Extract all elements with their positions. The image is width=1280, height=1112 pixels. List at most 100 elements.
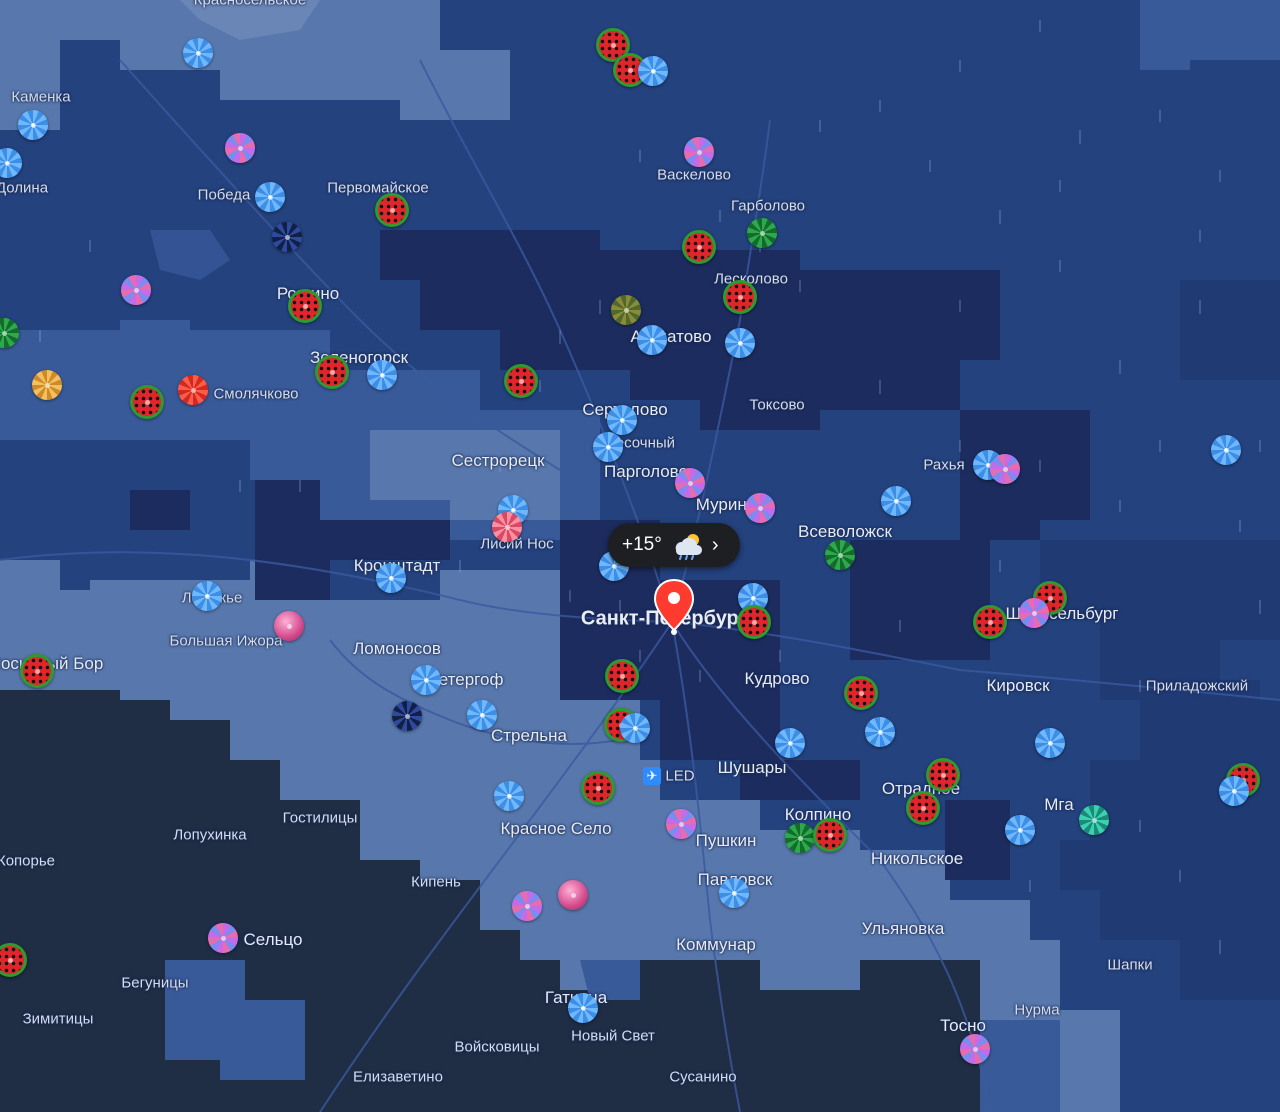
dark-umbrella-icon[interactable] [392,701,422,731]
green-umbrella-icon[interactable] [747,218,777,248]
watermelon-icon[interactable] [504,364,538,398]
watermelon-icon[interactable] [906,791,940,825]
city-label: Сельцо [243,930,303,949]
city-label: Шушары [717,758,787,777]
umbrella-icon[interactable] [367,360,397,390]
berry-umbrella-icon[interactable] [960,1034,990,1064]
watermelon-icon[interactable] [737,605,771,639]
dark-umbrella-icon[interactable] [272,222,302,252]
berry-umbrella-icon[interactable] [684,137,714,167]
umbrella-icon[interactable] [719,878,749,908]
umbrella-icon[interactable] [725,328,755,358]
city-label: Шапки [1107,956,1153,974]
city-label: Копорье [0,852,56,870]
city-label: Смолячково [213,385,299,403]
pink-crystal-icon[interactable] [274,611,304,641]
umbrella-icon[interactable] [376,563,406,593]
city-label: Бегуницы [121,974,189,992]
umbrella-icon[interactable] [192,581,222,611]
watermelon-icon[interactable] [20,654,54,688]
airport-label: LED [665,767,695,785]
pink-umbrella-icon[interactable] [492,512,522,542]
green-umbrella-icon[interactable] [785,823,815,853]
pink-crystal-icon[interactable] [558,880,588,910]
city-label: Тосно [940,1016,986,1035]
city-label: Победа [197,186,251,204]
berry-umbrella-icon[interactable] [1019,598,1049,628]
city-label: Гостилицы [282,809,358,827]
olive-umbrella-icon[interactable] [611,295,641,325]
berry-umbrella-icon[interactable] [225,133,255,163]
watermelon-icon[interactable] [723,280,757,314]
berry-umbrella-icon[interactable] [675,468,705,498]
watermelon-icon[interactable] [682,230,716,264]
berry-umbrella-icon[interactable] [208,923,238,953]
watermelon-icon[interactable] [605,659,639,693]
umbrella-icon[interactable] [881,486,911,516]
umbrella-icon[interactable] [411,665,441,695]
umbrella-icon[interactable] [865,717,895,747]
umbrella-icon[interactable] [1219,776,1249,806]
berry-umbrella-icon[interactable] [666,809,696,839]
city-label: Токсово [749,396,805,414]
airport-icon[interactable]: ✈ [643,767,661,785]
weather-badge[interactable]: +15° › [608,523,740,567]
city-label: Елизаветино [353,1068,443,1086]
berry-umbrella-icon[interactable] [121,275,151,305]
watermelon-icon[interactable] [375,193,409,227]
watermelon-icon[interactable] [926,758,960,792]
watermelon-icon[interactable] [130,385,164,419]
berry-umbrella-icon[interactable] [745,493,775,523]
umbrella-icon[interactable] [637,325,667,355]
city-label: Ломоносов [353,639,441,658]
city-label: Каменка [11,88,71,106]
city-label: Кипень [411,873,461,891]
city-label: Приладожский [1145,677,1249,695]
weather-map[interactable]: Красносельское Каменка Долина Победа Пер… [0,0,1280,1112]
city-label: Васкелово [657,166,731,184]
watermelon-icon[interactable] [813,818,847,852]
umbrella-icon[interactable] [607,405,637,435]
watermelon-icon[interactable] [844,676,878,710]
berry-umbrella-icon[interactable] [990,454,1020,484]
umbrella-icon[interactable] [638,56,668,86]
umbrella-icon[interactable] [593,432,623,462]
umbrella-icon[interactable] [183,38,213,68]
cloud-rain-sun-icon [675,534,702,560]
umbrella-icon[interactable] [568,993,598,1023]
city-label: Красное Село [500,819,612,838]
umbrella-icon[interactable] [467,700,497,730]
location-pin-icon[interactable] [652,578,696,636]
city-label: Мга [1044,795,1074,814]
city-label: Всеволожск [798,522,892,541]
berry-umbrella-icon[interactable] [512,891,542,921]
city-label: Войсковицы [454,1038,540,1056]
umbrella-icon[interactable] [1005,815,1035,845]
watermelon-icon[interactable] [581,771,615,805]
city-label: Сестрорецк [451,451,545,470]
orange-umbrella-icon[interactable] [32,370,62,400]
chevron-right-icon: › [711,533,719,556]
city-label: Кировск [986,676,1050,695]
red-umbrella-icon[interactable] [178,375,208,405]
city-label: Первомайское [327,179,429,197]
umbrella-icon[interactable] [1035,728,1065,758]
city-label: Нурма [1014,1001,1060,1019]
watermelon-icon[interactable] [315,355,349,389]
teal-umbrella-icon[interactable] [1079,805,1109,835]
city-label: Кудрово [744,669,810,688]
watermelon-icon[interactable] [973,605,1007,639]
umbrella-icon[interactable] [255,182,285,212]
umbrella-icon[interactable] [775,728,805,758]
green-umbrella-icon[interactable] [825,540,855,570]
umbrella-icon[interactable] [18,110,48,140]
city-label: Коммунар [676,935,756,954]
city-label: Ульяновка [861,919,945,938]
city-label: Сусанино [669,1068,737,1086]
watermelon-icon[interactable] [288,289,322,323]
umbrella-icon[interactable] [1211,435,1241,465]
umbrella-icon[interactable] [620,713,650,743]
umbrella-icon[interactable] [494,781,524,811]
city-label: Красносельское [193,0,307,9]
city-label: Долина [0,179,49,197]
